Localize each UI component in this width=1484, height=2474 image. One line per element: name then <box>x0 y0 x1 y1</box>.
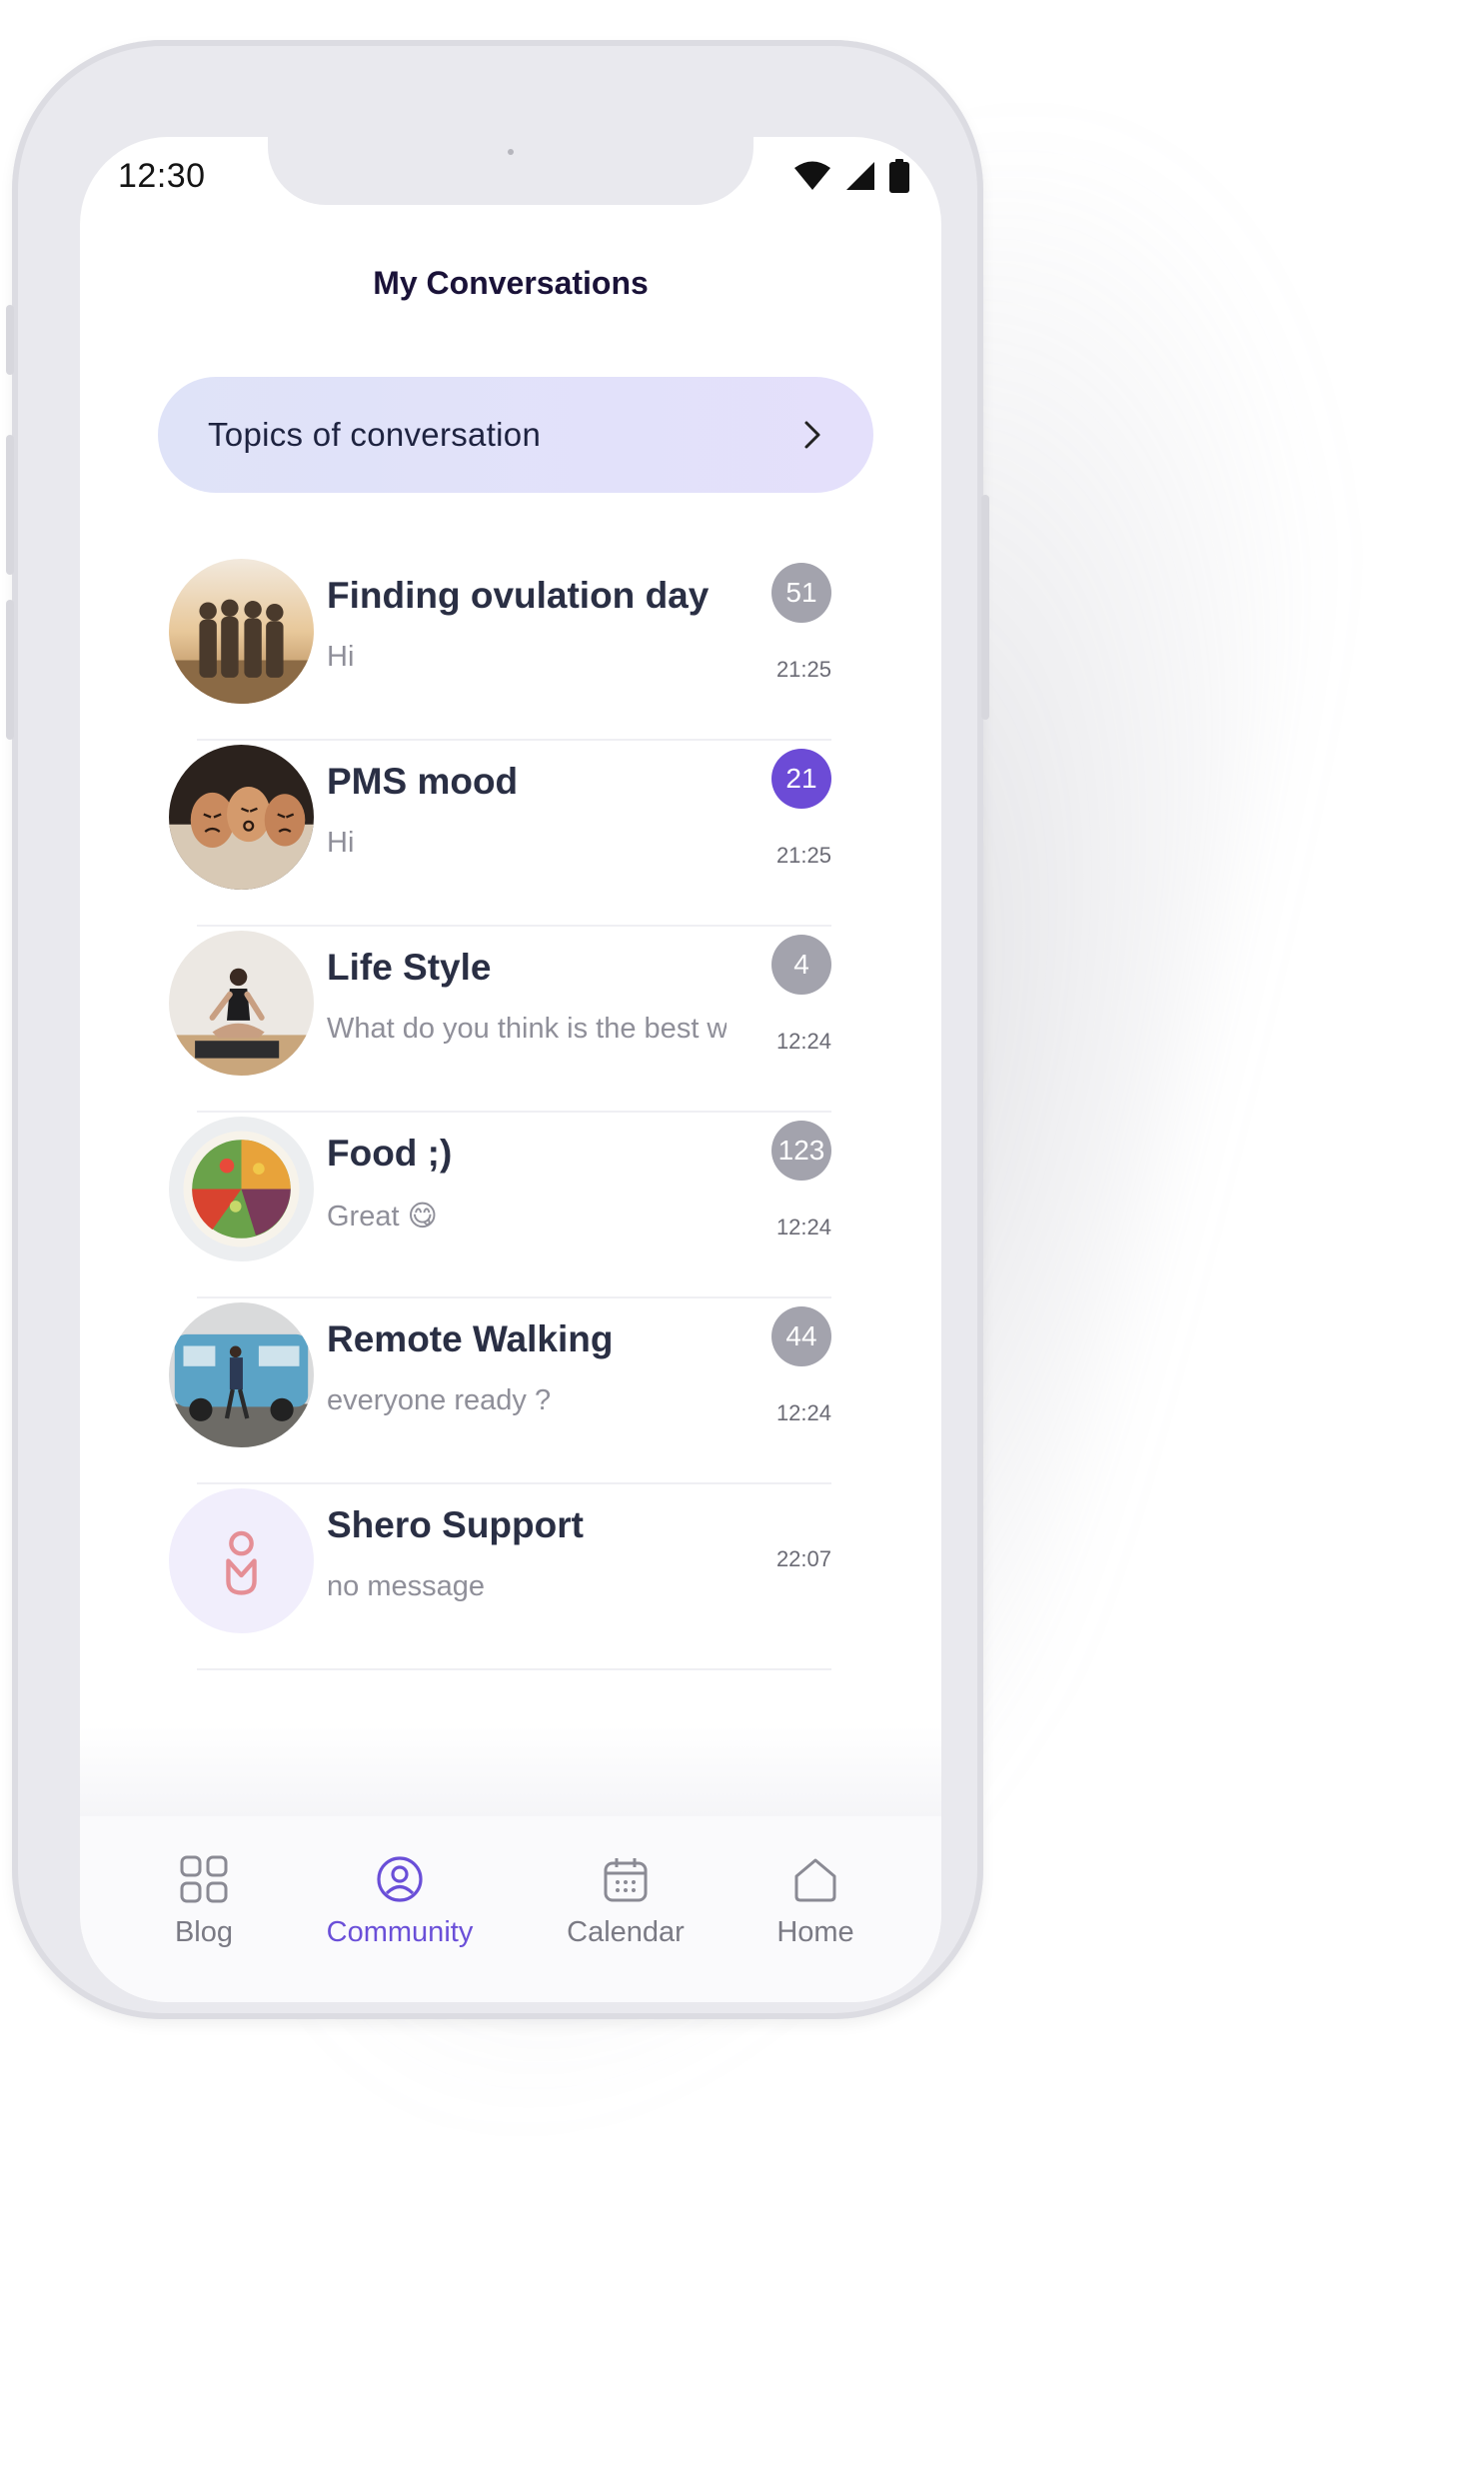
signal-icon <box>846 162 874 190</box>
unread-badge: 44 <box>771 1306 831 1366</box>
tab-blog[interactable]: Blog <box>104 1854 304 1949</box>
notch <box>268 137 753 205</box>
conversation-row[interactable]: Remote Walking everyone ready ? 44 12:24 <box>80 1298 941 1484</box>
unread-badge: 123 <box>771 1121 831 1181</box>
conversation-preview: Hi <box>327 641 355 673</box>
salad-bowl-image <box>169 1117 314 1261</box>
status-time: 12:30 <box>118 157 206 195</box>
tab-blog-label: Blog <box>174 1916 234 1948</box>
home-icon <box>794 1858 836 1902</box>
friends-sunset-image <box>169 559 314 704</box>
conversation-row[interactable]: Shero Support no message 22:07 <box>80 1484 941 1670</box>
phone-frame: 12:30 My Conversations Topics of convers… <box>6 40 989 2019</box>
conversation-title: Life Style <box>327 947 492 988</box>
shero-logo-icon <box>226 1530 257 1595</box>
conversation-avatar <box>169 931 314 1076</box>
calendar-icon <box>604 1858 648 1902</box>
volume-up-button <box>6 435 14 575</box>
conversation-time: 22:07 <box>775 1546 831 1571</box>
conversation-list: Finding ovulation day Hi 51 21:25 PMS mo… <box>80 555 941 1670</box>
conversation-row[interactable]: Life Style What do you think is the best… <box>80 927 941 1113</box>
conversation-avatar <box>169 1488 314 1633</box>
conversation-time: 12:24 <box>775 1400 831 1425</box>
tab-home[interactable]: Home <box>716 1854 915 1949</box>
conversation-preview: no message <box>327 1570 485 1602</box>
grid-icon <box>180 1855 228 1903</box>
chevron-right-icon <box>804 421 820 449</box>
silent-switch <box>6 305 14 375</box>
conversation-avatar <box>169 559 314 704</box>
battery-icon <box>889 159 909 193</box>
topics-label: Topics of conversation <box>208 416 542 453</box>
conversation-row[interactable]: Finding ovulation day Hi 51 21:25 <box>80 555 941 741</box>
eggs-image <box>169 745 314 890</box>
topics-of-conversation-button[interactable]: Topics of conversation <box>158 377 873 493</box>
tab-calendar[interactable]: Calendar <box>526 1854 726 1949</box>
unread-badge: 21 <box>771 749 831 809</box>
conversation-time: 12:24 <box>775 1215 831 1239</box>
food-truck-image <box>169 1302 314 1447</box>
bottom-tab-bar: Blog Community Calendar Home <box>80 1816 941 2002</box>
tab-home-label: Home <box>776 1916 854 1948</box>
tab-calendar-label: Calendar <box>567 1916 685 1948</box>
conversation-title: Finding ovulation day <box>327 575 710 616</box>
conversation-time: 21:25 <box>775 657 831 682</box>
conversation-preview: everyone ready ? <box>327 1384 552 1416</box>
camera-dot <box>508 149 514 155</box>
status-icons <box>793 159 909 193</box>
page-title: My Conversations <box>373 265 649 301</box>
conversation-title: Shero Support <box>327 1504 584 1545</box>
conversation-preview: Great 😋 <box>327 1201 438 1233</box>
app-screen: 12:30 My Conversations Topics of convers… <box>80 137 941 2002</box>
wifi-icon <box>794 161 830 190</box>
list-fade <box>80 1726 941 1816</box>
conversation-title: Remote Walking <box>327 1318 614 1359</box>
power-button <box>981 495 989 720</box>
unread-badge: 51 <box>771 563 831 623</box>
conversation-row[interactable]: PMS mood Hi 21 21:25 <box>80 741 941 927</box>
conversation-avatar <box>169 1117 314 1261</box>
row-divider <box>197 1668 831 1670</box>
conversation-preview: Hi <box>327 827 355 859</box>
conversation-row[interactable]: Food ;) Great 😋 123 12:24 <box>80 1113 941 1298</box>
tab-community[interactable]: Community <box>300 1854 500 1949</box>
conversation-avatar <box>169 1302 314 1447</box>
conversation-avatar <box>169 745 314 890</box>
conversation-title: Food ;) <box>327 1133 453 1174</box>
unread-badge: 4 <box>771 935 831 995</box>
volume-down-button <box>6 600 14 740</box>
tab-community-label: Community <box>326 1916 474 1948</box>
user-circle-icon <box>377 1856 423 1902</box>
yoga-image <box>169 931 314 1076</box>
conversation-time: 12:24 <box>775 1029 831 1054</box>
conversation-title: PMS mood <box>327 761 519 802</box>
conversation-preview: What do you think is the best w <box>327 1013 727 1045</box>
conversation-time: 21:25 <box>775 843 831 868</box>
